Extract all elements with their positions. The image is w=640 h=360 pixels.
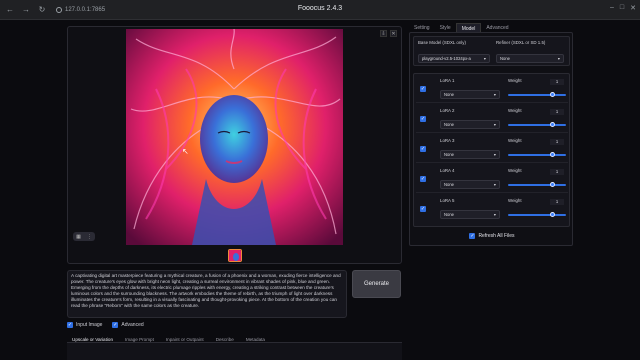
- image-gallery: ⇩ ✕ ▦ ⋮ ↖: [67, 26, 402, 264]
- input-image-checkbox[interactable]: ✓ Input Image: [67, 322, 102, 328]
- generated-image[interactable]: [126, 29, 343, 245]
- refiner-dropdown[interactable]: None ▾: [496, 54, 564, 63]
- refiner-value: None: [500, 56, 511, 61]
- weight-slider[interactable]: [508, 124, 566, 126]
- model-panel: Base Model (SDXL only) Refiner (SDXL or …: [409, 32, 573, 246]
- address-bar[interactable]: 127.0.0.1:7865: [56, 6, 106, 13]
- chevron-down-icon: ▾: [557, 56, 560, 61]
- weight-value[interactable]: 1: [550, 109, 564, 115]
- gallery-thumbnail[interactable]: [228, 249, 242, 262]
- lora-row: ✓ LoRA 2 None ▾ Weight 1: [416, 106, 568, 133]
- advanced-checkbox[interactable]: ✓ Advanced: [112, 322, 144, 328]
- model-selectors: Base Model (SDXL only) Refiner (SDXL or …: [413, 36, 570, 66]
- lora-dropdown[interactable]: None ▾: [440, 120, 500, 129]
- chevron-down-icon: ▾: [493, 212, 496, 217]
- input-image-label: Input Image: [76, 322, 103, 328]
- lora-dropdown[interactable]: None ▾: [440, 180, 500, 189]
- lora-row: ✓ LoRA 3 None ▾ Weight 1: [416, 136, 568, 163]
- weight-slider[interactable]: [508, 94, 566, 96]
- lora-label: LoRA 1: [440, 78, 455, 83]
- weight-label: Weight: [508, 198, 522, 203]
- lora-value: None: [444, 152, 455, 157]
- more-icon[interactable]: ⋮: [87, 234, 92, 240]
- grid-icon[interactable]: ▦: [76, 234, 81, 240]
- browser-toolbar: ← → ↻ 127.0.0.1:7865 Fooocus 2.4.3 – □ ✕: [0, 0, 640, 20]
- mouse-cursor-icon: ↖: [182, 147, 189, 156]
- tab-content-area: [67, 342, 402, 360]
- lora-dropdown[interactable]: None ▾: [440, 90, 500, 99]
- lora-enable-checkbox[interactable]: ✓: [420, 86, 426, 92]
- lora-row: ✓ LoRA 4 None ▾ Weight 1: [416, 166, 568, 193]
- chevron-down-icon: ▾: [493, 152, 496, 157]
- forward-icon[interactable]: →: [20, 4, 32, 16]
- gallery-toolbar[interactable]: ▦ ⋮: [73, 232, 95, 241]
- weight-label: Weight: [508, 78, 522, 83]
- lora-label: LoRA 5: [440, 198, 455, 203]
- slider-handle[interactable]: [550, 152, 555, 157]
- refresh-label: Refresh All Files: [478, 233, 515, 239]
- lora-dropdown[interactable]: None ▾: [440, 210, 500, 219]
- advanced-label: Advanced: [121, 322, 144, 328]
- lora-row: ✓ LoRA 1 None ▾ Weight 1: [416, 76, 568, 103]
- maximize-icon[interactable]: □: [620, 4, 624, 12]
- base-model-dropdown[interactable]: playground-v2.5-1024px-a ▾: [418, 54, 490, 63]
- slider-handle[interactable]: [550, 212, 555, 217]
- lora-enable-checkbox[interactable]: ✓: [420, 116, 426, 122]
- weight-label: Weight: [508, 168, 522, 173]
- lora-row: ✓ LoRA 5 None ▾ Weight 1: [416, 196, 568, 223]
- chevron-down-icon: ▾: [483, 56, 486, 61]
- close-preview-icon[interactable]: ✕: [390, 30, 397, 37]
- lora-enable-checkbox[interactable]: ✓: [420, 146, 426, 152]
- chevron-down-icon: ▾: [493, 182, 496, 187]
- weight-value[interactable]: 1: [550, 139, 564, 145]
- checkbox-checked-icon[interactable]: ✓: [469, 233, 476, 239]
- chevron-down-icon: ▾: [493, 122, 496, 127]
- lora-enable-checkbox[interactable]: ✓: [420, 176, 426, 182]
- prompt-textarea[interactable]: A captivating digital art masterpiece fe…: [67, 270, 347, 318]
- slider-handle[interactable]: [550, 92, 555, 97]
- lora-label: LoRA 2: [440, 108, 455, 113]
- site-info-icon[interactable]: [56, 6, 62, 13]
- weight-label: Weight: [508, 108, 522, 113]
- address-text: 127.0.0.1:7865: [65, 6, 106, 13]
- close-icon[interactable]: ✕: [630, 4, 636, 12]
- slider-handle[interactable]: [550, 122, 555, 127]
- weight-value[interactable]: 1: [550, 199, 564, 205]
- refiner-label: Refiner (SDXL or SD 1.5): [496, 40, 546, 45]
- lora-label: LoRA 3: [440, 138, 455, 143]
- lora-value: None: [444, 212, 455, 217]
- base-model-label: Base Model (SDXL only): [418, 40, 466, 45]
- chevron-down-icon: ▾: [493, 92, 496, 97]
- generate-button[interactable]: Generate: [352, 270, 401, 298]
- back-icon[interactable]: ←: [4, 4, 16, 16]
- lora-list: ✓ LoRA 1 None ▾ Weight 1 ✓ LoRA 2 None ▾ W…: [413, 73, 570, 227]
- lora-value: None: [444, 122, 455, 127]
- download-icon[interactable]: ⇩: [380, 30, 387, 37]
- lora-label: LoRA 4: [440, 168, 455, 173]
- reload-icon[interactable]: ↻: [36, 4, 48, 16]
- lora-value: None: [444, 182, 455, 187]
- weight-slider[interactable]: [508, 214, 566, 216]
- slider-handle[interactable]: [550, 182, 555, 187]
- weight-label: Weight: [508, 138, 522, 143]
- base-model-value: playground-v2.5-1024px-a: [422, 56, 471, 61]
- checkbox-checked-icon[interactable]: ✓: [67, 322, 73, 328]
- lora-dropdown[interactable]: None ▾: [440, 150, 500, 159]
- weight-value[interactable]: 1: [550, 169, 564, 175]
- weight-slider[interactable]: [508, 184, 566, 186]
- lora-value: None: [444, 92, 455, 97]
- weight-value[interactable]: 1: [550, 79, 564, 85]
- checkbox-checked-icon[interactable]: ✓: [112, 322, 119, 328]
- minimize-icon[interactable]: –: [610, 4, 614, 12]
- weight-slider[interactable]: [508, 154, 566, 156]
- lora-enable-checkbox[interactable]: ✓: [420, 206, 426, 212]
- refresh-files-button[interactable]: ✓ Refresh All Files: [410, 233, 574, 239]
